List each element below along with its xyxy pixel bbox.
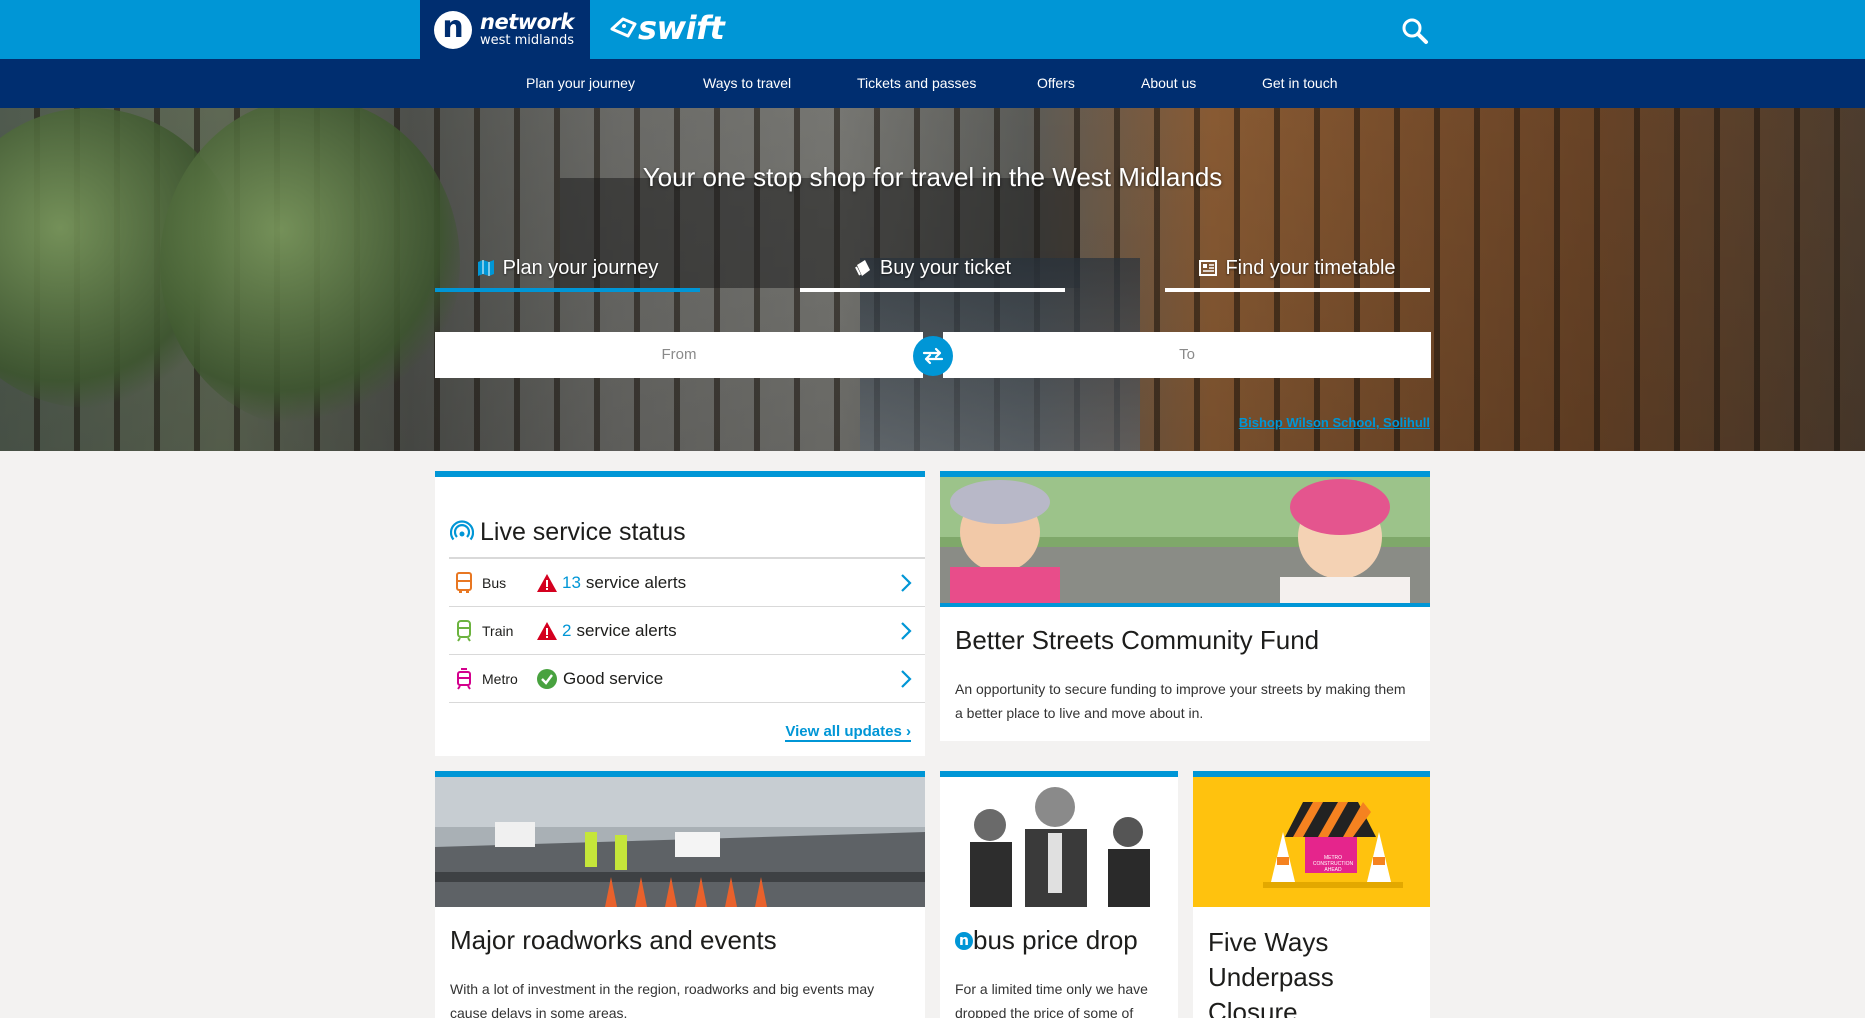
nav-plan-your-journey[interactable]: Plan your journey (526, 59, 635, 108)
ticket-icon (854, 259, 872, 277)
top-bar: n network west midlands swift (0, 0, 1865, 59)
nav-tickets-and-passes[interactable]: Tickets and passes (857, 59, 976, 108)
brand-region: west midlands (480, 33, 575, 48)
tab-indicator (1165, 288, 1430, 292)
card-text: With a lot of investment in the region, … (450, 981, 875, 1018)
warning-icon (537, 621, 557, 640)
tab-indicator (435, 288, 700, 292)
tab-plan-your-journey[interactable]: Plan your journey (435, 244, 700, 292)
nav-ways-to-travel[interactable]: Ways to travel (703, 59, 791, 108)
card-title: Five Ways Underpass Closure (1208, 927, 1334, 1018)
search-button[interactable] (1398, 14, 1432, 48)
view-all-label: View all updates (785, 723, 902, 740)
status-text: service alerts (585, 572, 687, 592)
network-west-midlands-logo[interactable]: n network west midlands (420, 0, 590, 59)
status-header: Live service status (435, 477, 925, 557)
tab-indicator (800, 288, 1065, 292)
status-list: Bus 13 service alerts Train 2 service al… (449, 557, 925, 703)
roadworks-image (435, 777, 925, 907)
tab-label: Plan your journey (502, 256, 659, 279)
status-text: Good service (563, 668, 664, 688)
chevron-right-icon (901, 574, 912, 592)
nav-get-in-touch[interactable]: Get in touch (1262, 59, 1338, 108)
search-icon (1402, 18, 1428, 44)
card-title: bus price drop (973, 925, 1138, 955)
chevron-right-icon: › (906, 723, 911, 740)
card-text: An opportunity to secure funding to impr… (955, 681, 1406, 721)
warning-icon (537, 573, 557, 592)
swift-ticket-icon (610, 17, 637, 38)
hero-title: Your one stop shop for travel in the Wes… (642, 162, 1223, 192)
swap-locations-button[interactable] (913, 336, 953, 376)
construction-sign-image (1193, 777, 1430, 907)
tab-buy-your-ticket[interactable]: Buy your ticket (800, 244, 1065, 292)
chevron-right-icon (901, 670, 912, 688)
brand-name: network (480, 10, 574, 34)
network-logo-mark: n (434, 10, 472, 49)
five-ways-underpass-card[interactable]: METRO CONSTRUCTION AHEAD Five Ways Under… (1193, 771, 1430, 1018)
from-input[interactable]: From (435, 332, 923, 378)
card-title: Major roadworks and events (450, 925, 777, 955)
status-title: Live service status (480, 517, 686, 546)
tab-label: Buy your ticket (879, 256, 1012, 279)
view-all-updates-link[interactable]: View all updates › (785, 723, 911, 742)
sign-text: METRO CONSTRUCTION AHEAD (1312, 855, 1354, 873)
metro-icon (457, 667, 471, 690)
card-title: Better Streets Community Fund (955, 625, 1320, 655)
tab-label: Find your timetable (1225, 256, 1396, 279)
nav-about-us[interactable]: About us (1141, 59, 1196, 108)
nav-offers[interactable]: Offers (1037, 59, 1075, 108)
alert-count: 13 (562, 572, 581, 592)
roadworks-card[interactable]: Major roadworks and events With a lot of… (435, 771, 925, 1018)
swap-arrows-icon (922, 347, 944, 365)
good-service-check-icon (537, 668, 557, 689)
mode-label: Bus (482, 574, 507, 591)
status-row-metro[interactable]: Metro Good service (449, 655, 925, 703)
timetable-icon (1199, 259, 1218, 277)
bus-card-title-row: n bus price drop (955, 925, 1138, 956)
status-row-train[interactable]: Train 2 service alerts (449, 607, 925, 655)
network-logo-icon: n (955, 931, 973, 950)
card-text: For a limited time only we have dropped … (955, 981, 1148, 1018)
alert-count: 2 (562, 620, 572, 640)
to-input[interactable]: To (943, 332, 1431, 378)
main-navigation: Plan your journey Ways to travel Tickets… (0, 59, 1865, 108)
swift-logo[interactable]: swift (608, 9, 725, 47)
staff-photo-image (940, 777, 1178, 907)
mode-label: Metro (482, 670, 518, 687)
tab-find-your-timetable[interactable]: Find your timetable (1165, 244, 1430, 292)
live-service-status-card: Live service status Bus 13 service alert… (435, 471, 925, 756)
mode-label: Train (482, 622, 514, 639)
status-row-bus[interactable]: Bus 13 service alerts (449, 559, 925, 607)
bus-price-drop-card[interactable]: n bus price drop For a limited time only… (940, 771, 1178, 1018)
train-icon (457, 619, 471, 642)
swift-label: swift (638, 9, 725, 47)
photo-credit-link[interactable]: Bishop Wilson School, Solihull (1150, 415, 1430, 430)
better-streets-card[interactable]: Better Streets Community Fund An opportu… (940, 471, 1430, 741)
brand-text: network west midlands (480, 10, 575, 48)
map-icon (477, 259, 495, 277)
logo-letter: n (442, 10, 464, 45)
children-cycling-image (940, 477, 1430, 607)
chevron-right-icon (901, 622, 912, 640)
status-text: service alerts (576, 620, 677, 640)
live-signal-icon (450, 520, 474, 541)
hero-tree (160, 108, 460, 428)
bus-icon (456, 571, 472, 593)
